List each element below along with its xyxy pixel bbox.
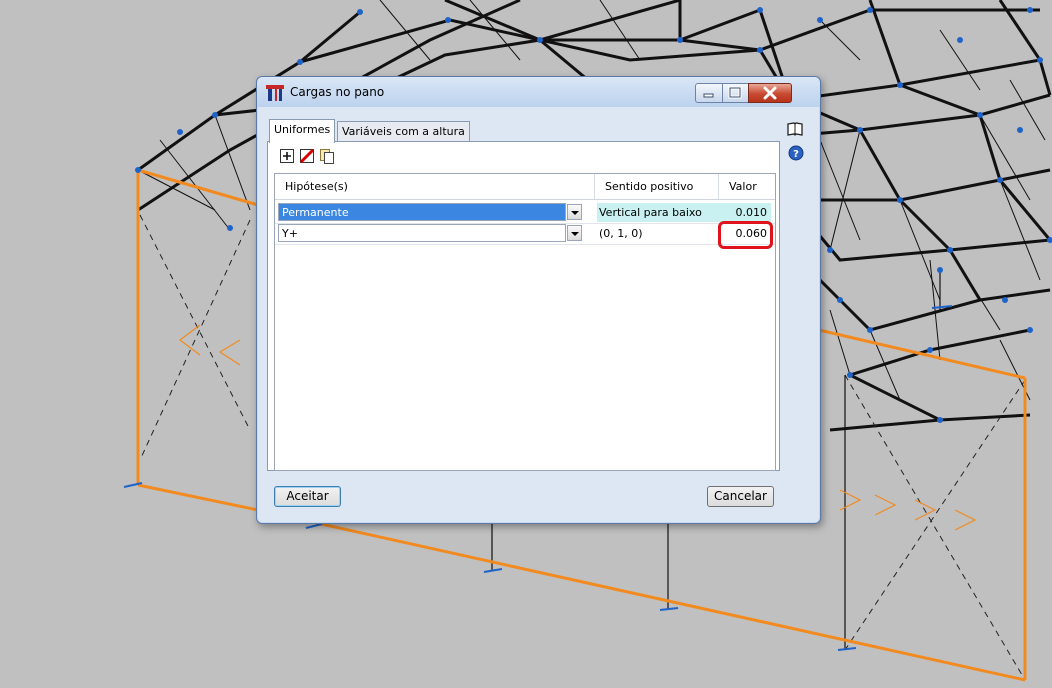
dialog-title: Cargas no pano [290, 85, 385, 99]
value-highlight [718, 221, 773, 249]
maximize-icon [728, 86, 742, 99]
add-row-icon[interactable] [279, 148, 295, 164]
loads-table: Hipótese(s) Sentido positivo Valor Perma… [274, 173, 776, 471]
column-divider[interactable] [718, 174, 719, 199]
hipotese-cell[interactable]: Y+ [278, 224, 566, 242]
help-icon[interactable]: ? [788, 145, 804, 161]
accept-button[interactable]: Aceitar [274, 486, 341, 507]
cancel-button[interactable]: Cancelar [707, 486, 774, 507]
dialog-titlebar[interactable]: Cargas no pano [257, 77, 820, 107]
minimize-icon [703, 93, 714, 98]
table-row[interactable]: Y+ (0, 1, 0) 0.060 [275, 224, 775, 245]
column-header-hipotese[interactable]: Hipótese(s) [285, 180, 348, 193]
sentido-cell[interactable]: (0, 1, 0) [597, 224, 717, 243]
table-row[interactable]: Permanente Vertical para baixo 0.010 [275, 203, 775, 224]
app-logo-icon [266, 85, 284, 101]
valor-cell[interactable]: 0.010 [717, 203, 771, 222]
close-icon [763, 86, 777, 100]
book-icon[interactable] [787, 121, 803, 137]
hipotese-dropdown-button[interactable] [567, 204, 582, 220]
sentido-cell[interactable]: Vertical para baixo [597, 203, 717, 222]
column-header-sentido[interactable]: Sentido positivo [605, 180, 693, 193]
copy-icon[interactable] [319, 148, 335, 164]
maximize-button[interactable] [722, 83, 749, 103]
loads-dialog: Cargas no pano Uniformes Variáveis com a… [256, 76, 821, 524]
tab-uniformes[interactable]: Uniformes [269, 119, 336, 143]
column-header-valor[interactable]: Valor [729, 180, 757, 193]
column-divider[interactable] [594, 174, 595, 199]
minimize-button[interactable] [695, 83, 723, 103]
close-button[interactable] [748, 83, 792, 103]
svg-text:?: ? [793, 149, 799, 160]
hipotese-cell[interactable]: Permanente [278, 203, 566, 221]
hipotese-dropdown-button[interactable] [567, 225, 582, 241]
table-header: Hipótese(s) Sentido positivo Valor [275, 174, 775, 200]
tab-variaveis-altura[interactable]: Variáveis com a altura [337, 121, 470, 142]
delete-row-icon[interactable] [299, 148, 315, 164]
